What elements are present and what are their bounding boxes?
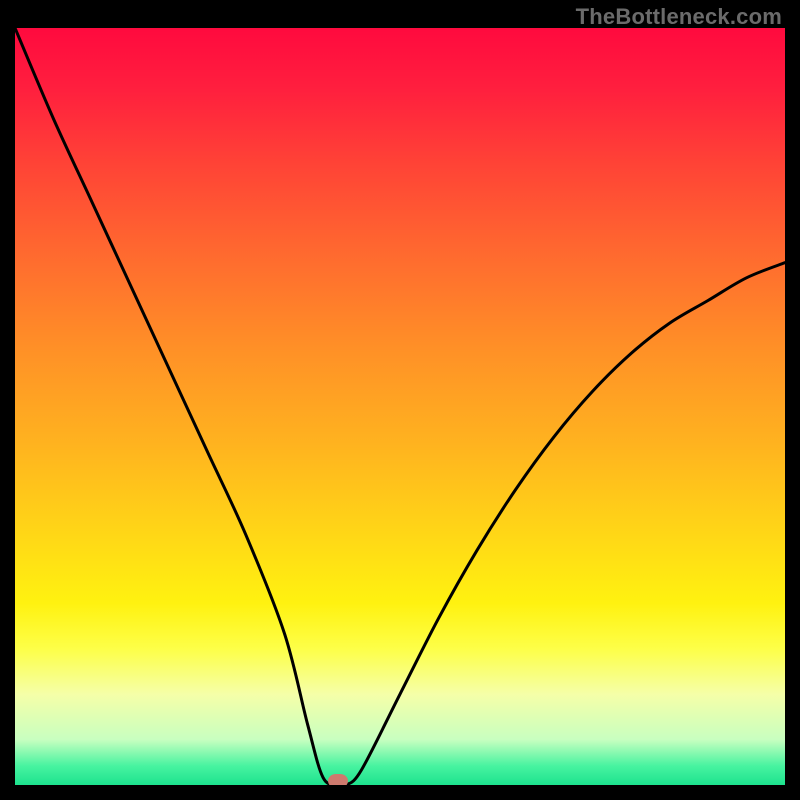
chart-plot-area [15,28,785,785]
chart-frame: TheBottleneck.com [0,0,800,800]
bottleneck-curve [15,28,785,785]
optimal-point-marker [328,774,348,785]
watermark-text: TheBottleneck.com [576,4,782,30]
curve-path [15,28,785,785]
